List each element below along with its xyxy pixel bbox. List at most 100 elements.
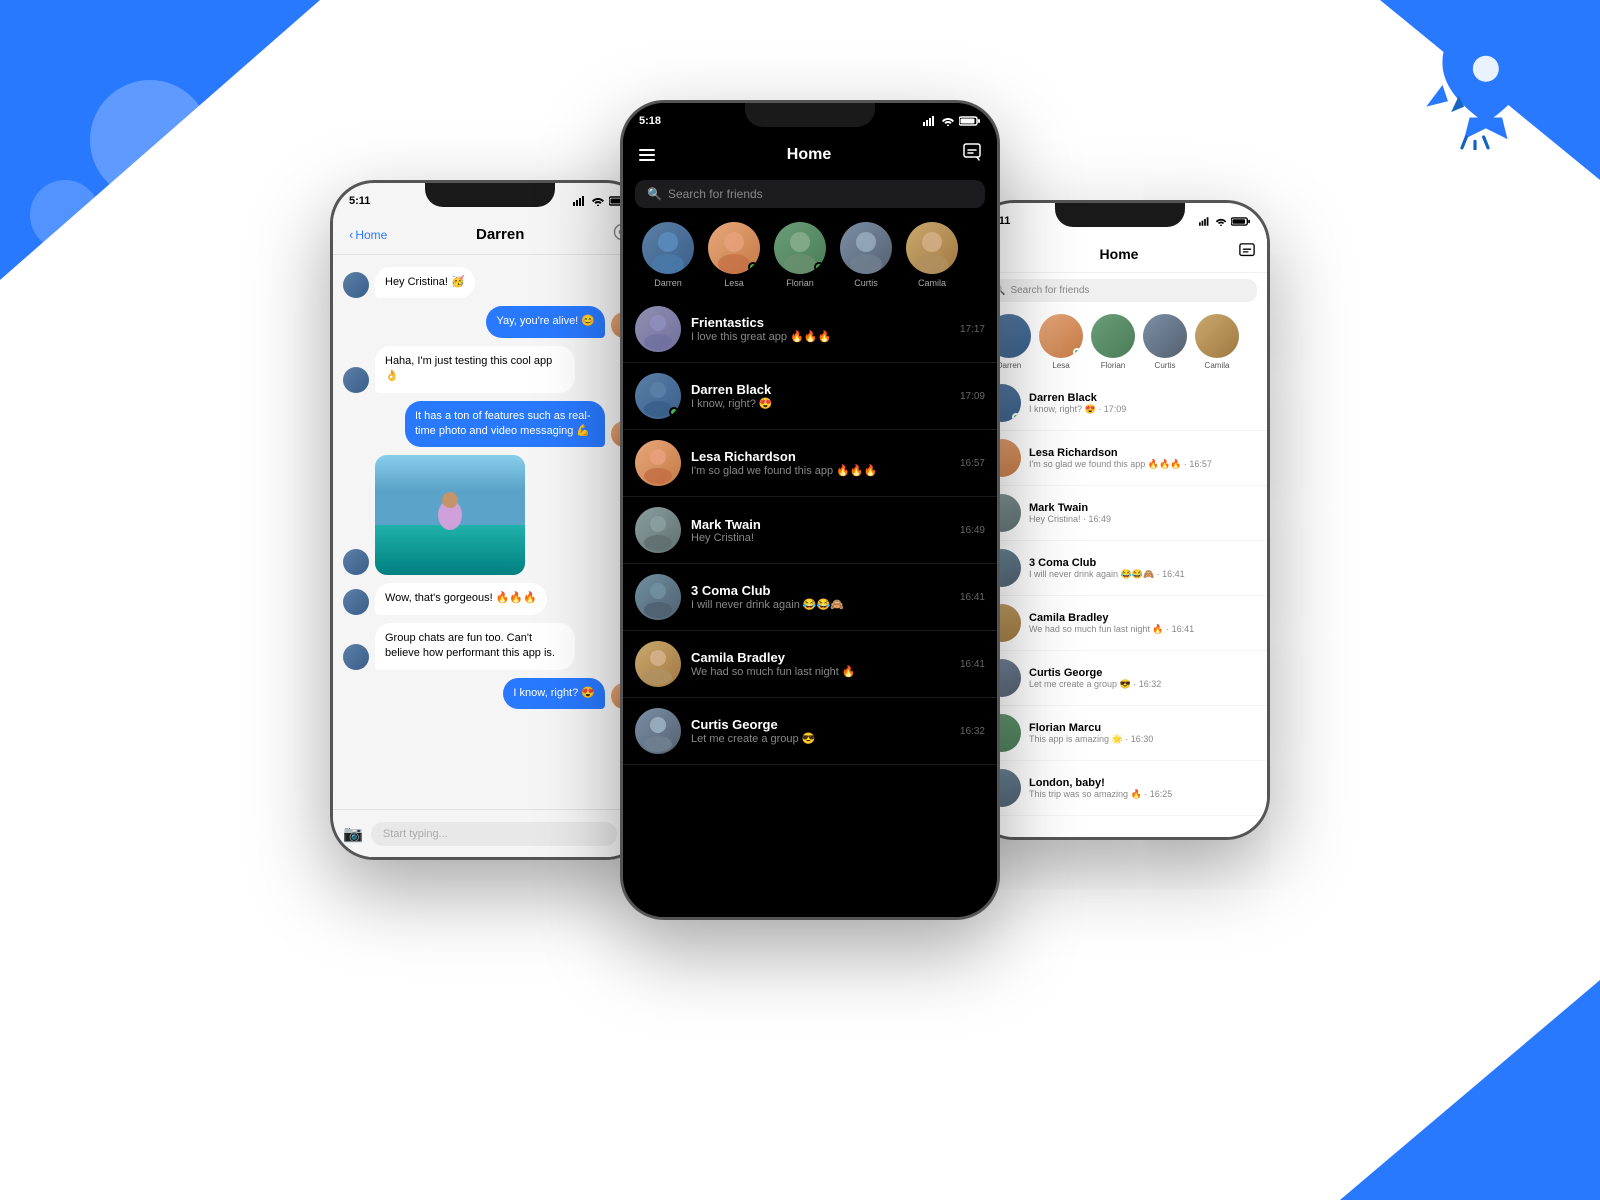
r-chat-mark[interactable]: Mark Twain Hey Cristina! · 16:49 (973, 486, 1267, 541)
search-icon-center: 🔍 (647, 187, 662, 201)
status-icons-right (1199, 217, 1251, 226)
story-avatar-camila (906, 222, 958, 274)
r-msg-florian: This app is amazing 🌟 · 16:30 (1029, 734, 1257, 745)
chat-item-frientastics[interactable]: Frientastics I love this great app 🔥🔥🔥 1… (623, 296, 997, 363)
list-info-darren: Darren Black I know, right? 😍 (691, 382, 950, 410)
r-chat-london[interactable]: London, baby! This trip was so amazing 🔥… (973, 761, 1267, 816)
message-5-image (343, 455, 637, 575)
status-icons-center (923, 116, 981, 126)
hamburger-line-2 (639, 154, 655, 156)
chat-item-camila[interactable]: Camila Bradley We had so much fun last n… (623, 631, 997, 698)
r-info-lesa: Lesa Richardson I'm so glad we found thi… (1029, 447, 1257, 470)
message-1: Hey Cristina! 🥳 (343, 267, 637, 298)
r-name-florian: Florian Marcu (1029, 722, 1257, 734)
notch-center (745, 103, 875, 127)
list-info-camila: Camila Bradley We had so much fun last n… (691, 650, 950, 678)
search-bar-right[interactable]: 🔍 Search for friends (983, 279, 1257, 302)
message-input-placeholder: Start typing... (383, 828, 448, 840)
home-title-right: Home (1100, 246, 1139, 262)
back-label: Home (355, 228, 387, 242)
story-florian[interactable]: Florian (767, 222, 833, 288)
phone-right: 5:11 Home (970, 200, 1270, 840)
r-chat-lesa[interactable]: Lesa Richardson I'm so glad we found thi… (973, 431, 1267, 486)
chat-header: ‹ Home Darren (333, 215, 647, 255)
r-name-mark: Mark Twain (1029, 502, 1257, 514)
chat-item-curtis[interactable]: Curtis George Let me create a group 😎 16… (623, 698, 997, 765)
chat-item-mark[interactable]: Mark Twain Hey Cristina! 16:49 (623, 497, 997, 564)
camera-button[interactable]: 📷 (343, 824, 363, 844)
message-bubble-1: Hey Cristina! 🥳 (375, 267, 475, 298)
list-time-curtis: 16:32 (960, 726, 985, 737)
r-msg-lesa: I'm so glad we found this app 🔥🔥🔥 · 16:5… (1029, 459, 1257, 470)
r-info-london: London, baby! This trip was so amazing 🔥… (1029, 777, 1257, 800)
chat-item-3coma[interactable]: 3 Coma Club I will never drink again 😂😂🙈… (623, 564, 997, 631)
list-info-frientastics: Frientastics I love this great app 🔥🔥🔥 (691, 315, 950, 343)
list-avatar-darren (635, 373, 681, 419)
list-avatar-lesa (635, 440, 681, 486)
r-chat-curtis[interactable]: Curtis George Let me create a group 😎 · … (973, 651, 1267, 706)
r-msg-mark: Hey Cristina! · 16:49 (1029, 514, 1257, 524)
r-story-florian[interactable]: Florian (1087, 314, 1139, 370)
story-curtis[interactable]: Curtis (833, 222, 899, 288)
r-story-lesa[interactable]: Lesa (1035, 314, 1087, 370)
list-name-camila: Camila Bradley (691, 650, 950, 665)
list-avatar-frientastics (635, 306, 681, 352)
search-placeholder-center: Search for friends (668, 187, 763, 201)
notch-right (1055, 203, 1185, 227)
light-app-header: Home (973, 235, 1267, 273)
r-story-av-florian (1091, 314, 1135, 358)
r-story-av-camila (1195, 314, 1239, 358)
list-time-camila: 16:41 (960, 659, 985, 670)
message-input[interactable]: Start typing... (371, 822, 617, 846)
light-chat-list: Darren Black I know, right? 😍 · 17:09 Le… (973, 376, 1267, 816)
r-msg-3coma: I will never drink again 😂😂🙈 · 16:41 (1029, 569, 1257, 580)
r-story-av-curtis (1143, 314, 1187, 358)
list-info-lesa: Lesa Richardson I'm so glad we found thi… (691, 449, 950, 477)
r-chat-3coma[interactable]: 3 Coma Club I will never drink again 😂😂🙈… (973, 541, 1267, 596)
message-2: Yay, you're alive! 😊 (343, 306, 637, 337)
r-story-camila[interactable]: Camila (1191, 314, 1243, 370)
story-avatar-lesa (708, 222, 760, 274)
r-story-name-curtis: Curtis (1155, 361, 1176, 370)
r-chat-darren[interactable]: Darren Black I know, right? 😍 · 17:09 (973, 376, 1267, 431)
message-6: Wow, that's gorgeous! 🔥🔥🔥 (343, 583, 637, 614)
story-camila[interactable]: Camila (899, 222, 965, 288)
r-info-curtis: Curtis George Let me create a group 😎 · … (1029, 667, 1257, 690)
r-story-curtis[interactable]: Curtis (1139, 314, 1191, 370)
search-bar-center[interactable]: 🔍 Search for friends (635, 180, 985, 208)
compose-button-right[interactable] (1239, 243, 1255, 264)
avatar-darren-4 (343, 589, 369, 615)
status-time-left: 5:11 (349, 195, 370, 207)
story-name-florian: Florian (786, 278, 814, 288)
r-chat-florian[interactable]: Florian Marcu This app is amazing 🌟 · 16… (973, 706, 1267, 761)
story-avatar-florian (774, 222, 826, 274)
story-lesa[interactable]: Lesa (701, 222, 767, 288)
phone-left: 5:11 ‹ Home Darren (330, 180, 650, 860)
story-darren[interactable]: Darren (635, 222, 701, 288)
r-name-curtis: Curtis George (1029, 667, 1257, 679)
hamburger-menu[interactable] (639, 149, 655, 161)
chat-input-bar: 📷 Start typing... ▶ (333, 809, 647, 857)
list-info-3coma: 3 Coma Club I will never drink again 😂😂🙈 (691, 583, 950, 611)
compose-button[interactable] (963, 143, 981, 166)
r-story-name-darren: Darren (997, 361, 1021, 370)
chat-item-lesa[interactable]: Lesa Richardson I'm so glad we found thi… (623, 430, 997, 497)
message-bubble-4: It has a ton of features such as real-ti… (405, 401, 605, 448)
back-button[interactable]: ‹ Home (349, 227, 387, 242)
message-image (375, 455, 525, 575)
message-bubble-8: I know, right? 😍 (503, 678, 605, 709)
r-chat-camila[interactable]: Camila Bradley We had so much fun last n… (973, 596, 1267, 651)
r-story-name-camila: Camila (1205, 361, 1230, 370)
search-placeholder-right: Search for friends (1010, 285, 1089, 296)
hamburger-line-1 (639, 149, 655, 151)
r-online-darren (1012, 413, 1020, 421)
list-msg-frientastics: I love this great app 🔥🔥🔥 (691, 330, 950, 343)
chat-item-darren[interactable]: Darren Black I know, right? 😍 17:09 (623, 363, 997, 430)
dark-app-header: Home (623, 135, 997, 174)
phone-center: 5:18 Home (620, 100, 1000, 920)
story-avatar-curtis (840, 222, 892, 274)
list-msg-darren: I know, right? 😍 (691, 397, 950, 410)
list-name-3coma: 3 Coma Club (691, 583, 950, 598)
list-avatar-camila (635, 641, 681, 687)
r-name-3coma: 3 Coma Club (1029, 557, 1257, 569)
